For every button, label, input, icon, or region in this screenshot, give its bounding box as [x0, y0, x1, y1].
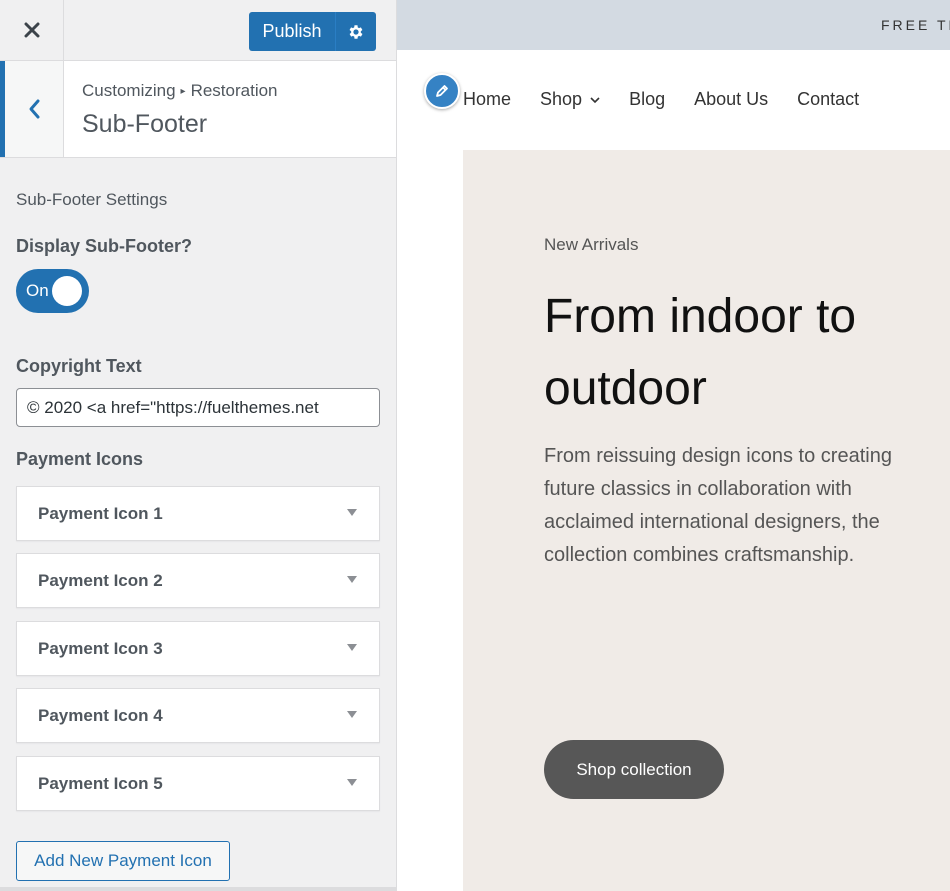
payment-icon-5-accordion[interactable]: Payment Icon 5: [16, 756, 380, 811]
add-payment-icon-button[interactable]: Add New Payment Icon: [16, 841, 230, 881]
accordion-label: Payment Icon 4: [38, 706, 163, 725]
copyright-label: Copyright Text: [16, 356, 142, 376]
subsection-title: Sub-Footer Settings: [16, 190, 168, 209]
chevron-down-icon: [590, 97, 600, 104]
nav-item-blog[interactable]: Blog: [629, 89, 665, 110]
breadcrumb-separator: ▸: [180, 86, 186, 97]
nav-item-contact[interactable]: Contact: [797, 89, 859, 110]
payment-icon-2-accordion[interactable]: Payment Icon 2: [16, 553, 380, 608]
announcement-text: FREE TR: [881, 17, 950, 33]
nav-label: Blog: [629, 89, 666, 109]
nav-label: Home: [463, 89, 512, 109]
breadcrumb-current: Restoration: [190, 81, 278, 100]
hero-eyebrow: New Arrivals: [544, 235, 639, 254]
main-navigation: Home Shop Blog About Us Contact: [463, 89, 859, 110]
accordion-label: Payment Icon 5: [38, 774, 163, 793]
caret-down-icon: [347, 711, 357, 718]
caret-down-icon: [347, 644, 357, 651]
shop-collection-button[interactable]: Shop collection: [544, 740, 724, 799]
pencil-icon: [436, 85, 448, 97]
site-preview: FREE TR Home Shop Blog About Us Contact …: [397, 0, 950, 891]
customizer-panel: Publish Customizing ▸ Restoration Sub-Foot…: [0, 0, 397, 891]
close-customizer-button[interactable]: [0, 0, 64, 60]
chevron-left-icon: [29, 99, 40, 119]
nav-item-home[interactable]: Home: [463, 89, 511, 110]
hero-headline: From indoor to outdoor: [544, 290, 857, 415]
close-icon: [24, 22, 39, 38]
publish-button[interactable]: Publish: [249, 12, 335, 51]
nav-label: About Us: [694, 89, 769, 109]
accordion-label: Payment Icon 1: [38, 504, 163, 523]
copyright-text-input[interactable]: © 2020 <a href="https://fuelthemes.net: [16, 388, 380, 427]
payment-icon-1-accordion[interactable]: Payment Icon 1: [16, 486, 380, 541]
section-header: Customizing ▸ Restoration Sub-Footer: [0, 61, 396, 158]
hero-section: New Arrivals From indoor to outdoor From…: [463, 150, 950, 891]
section-title: Sub-Footer: [82, 110, 208, 138]
toggle-state-text: On: [26, 281, 49, 300]
caret-down-icon: [347, 509, 357, 516]
display-subfooter-toggle[interactable]: On: [16, 269, 89, 313]
publish-settings-button[interactable]: [335, 12, 376, 51]
accordion-label: Payment Icon 2: [38, 571, 163, 590]
caret-down-icon: [347, 779, 357, 786]
hero-description: From reissuing design icons to creating …: [544, 445, 892, 566]
nav-item-about-us[interactable]: About Us: [694, 89, 768, 110]
customizer-header: Publish: [0, 0, 396, 61]
breadcrumb-root: Customizing: [82, 81, 176, 100]
accordion-label: Payment Icon 3: [38, 639, 163, 658]
publish-group: Publish: [249, 12, 376, 51]
gear-icon: [349, 24, 363, 39]
display-subfooter-label: Display Sub-Footer?: [16, 236, 193, 256]
toggle-knob: [52, 276, 82, 306]
divider: [0, 887, 396, 891]
nav-label: Contact: [797, 89, 860, 109]
payment-icons-label: Payment Icons: [16, 449, 144, 469]
back-button[interactable]: [0, 61, 64, 157]
nav-item-shop[interactable]: Shop: [540, 89, 600, 110]
caret-down-icon: [347, 576, 357, 583]
nav-label: Shop: [540, 89, 583, 109]
edit-shortcut-button[interactable]: [424, 73, 460, 109]
payment-icon-4-accordion[interactable]: Payment Icon 4: [16, 688, 380, 743]
payment-icon-3-accordion[interactable]: Payment Icon 3: [16, 621, 380, 676]
breadcrumb: Customizing ▸ Restoration: [82, 81, 278, 101]
announcement-bar: FREE TR: [397, 0, 950, 50]
